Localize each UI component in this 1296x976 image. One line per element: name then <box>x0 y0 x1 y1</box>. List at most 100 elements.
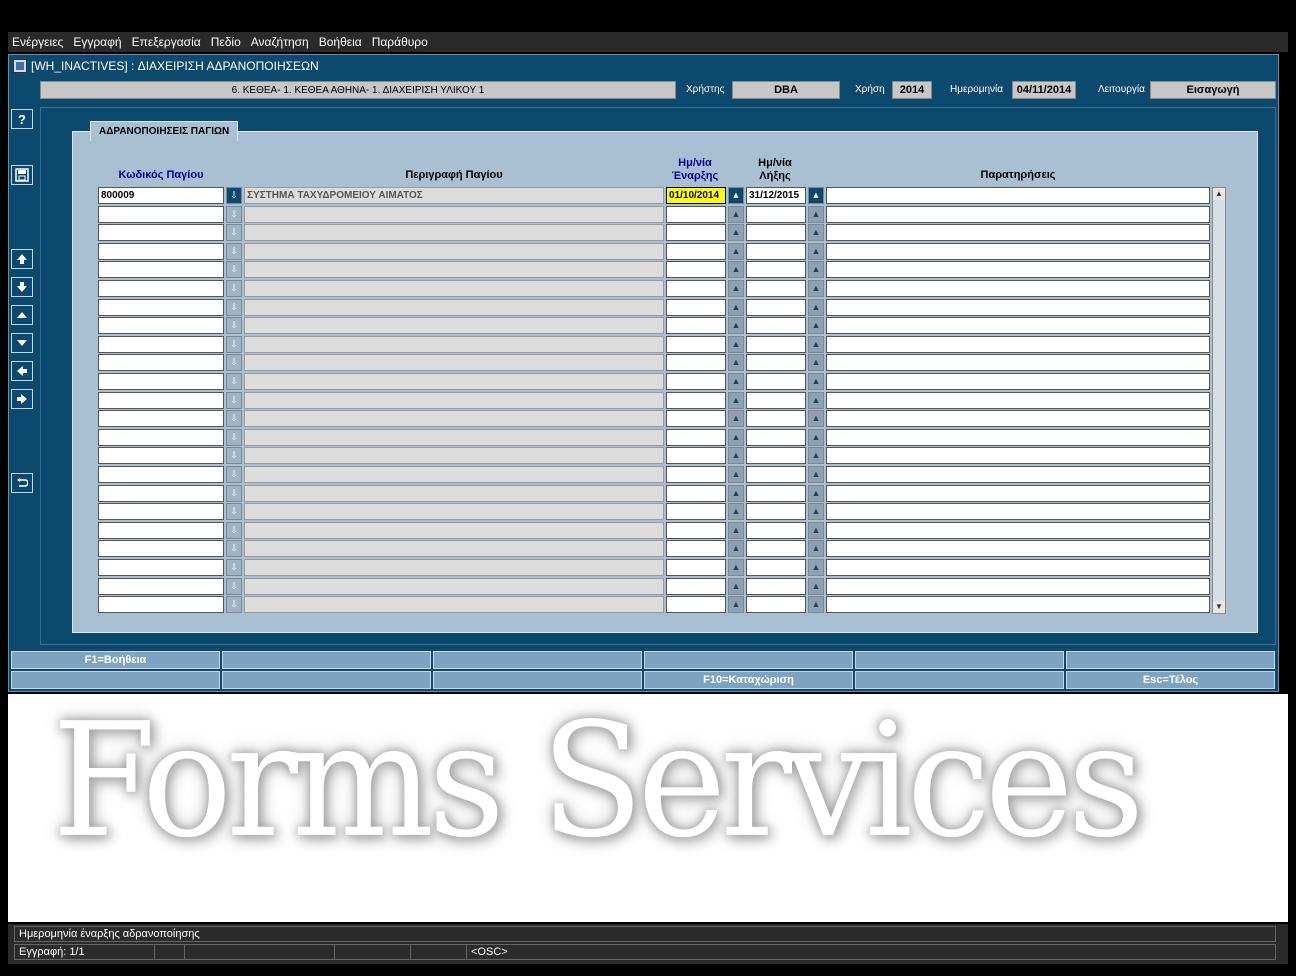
start-date-field[interactable] <box>666 373 726 390</box>
end-date-field[interactable] <box>746 280 806 297</box>
asset-code-field[interactable] <box>98 596 224 614</box>
menu-item[interactable]: Ενέργειες <box>12 35 63 49</box>
calendar-icon[interactable]: ▲ <box>728 466 744 483</box>
list-of-values-icon[interactable]: ⇩ <box>226 503 242 521</box>
list-of-values-icon[interactable]: ⇩ <box>226 187 242 204</box>
notes-field[interactable] <box>826 354 1210 372</box>
calendar-icon[interactable]: ▲ <box>808 410 824 428</box>
function-key-button[interactable] <box>855 671 1064 689</box>
calendar-icon[interactable]: ▲ <box>808 391 824 409</box>
calendar-icon[interactable]: ▲ <box>728 354 744 372</box>
notes-field[interactable] <box>826 577 1210 595</box>
asset-code-field[interactable] <box>98 447 224 465</box>
end-date-field[interactable] <box>746 335 806 353</box>
end-date-field[interactable] <box>746 261 806 279</box>
end-date-field[interactable] <box>746 447 806 465</box>
end-date-field[interactable] <box>746 559 806 576</box>
function-key-button[interactable] <box>222 671 431 689</box>
start-date-field[interactable]: 01/10/2014 <box>666 187 726 204</box>
function-key-button[interactable]: Esc=Τέλος <box>1066 671 1275 689</box>
function-key-button[interactable]: F10=Καταχώριση <box>644 671 853 689</box>
calendar-icon[interactable]: ▲ <box>808 540 824 558</box>
end-date-field[interactable] <box>746 484 806 502</box>
asset-code-field[interactable] <box>98 242 224 260</box>
scroll-up-icon[interactable]: ▲ <box>1213 188 1225 200</box>
notes-field[interactable] <box>826 521 1210 539</box>
notes-field[interactable] <box>826 373 1210 390</box>
calendar-icon[interactable]: ▲ <box>728 242 744 260</box>
next-block-icon[interactable] <box>11 389 33 409</box>
notes-field[interactable] <box>826 391 1210 409</box>
start-date-field[interactable] <box>666 428 726 446</box>
end-date-field[interactable] <box>746 410 806 428</box>
notes-field[interactable] <box>826 559 1210 576</box>
previous-record-icon[interactable] <box>11 305 33 325</box>
calendar-icon[interactable]: ▲ <box>808 224 824 242</box>
function-key-button[interactable] <box>433 671 642 689</box>
calendar-icon[interactable]: ▲ <box>808 242 824 260</box>
notes-field[interactable] <box>826 447 1210 465</box>
start-date-field[interactable] <box>666 521 726 539</box>
menu-item[interactable]: Βοήθεια <box>319 35 362 49</box>
end-date-field[interactable] <box>746 373 806 390</box>
end-date-field[interactable] <box>746 466 806 483</box>
list-of-values-icon[interactable]: ⇩ <box>226 391 242 409</box>
calendar-icon[interactable]: ▲ <box>808 280 824 297</box>
start-date-field[interactable] <box>666 596 726 614</box>
asset-code-field[interactable] <box>98 298 224 316</box>
end-date-field[interactable] <box>746 317 806 335</box>
end-date-field[interactable] <box>746 521 806 539</box>
first-record-icon[interactable] <box>11 249 33 269</box>
end-date-field[interactable] <box>746 242 806 260</box>
function-key-button[interactable] <box>1066 651 1275 669</box>
list-of-values-icon[interactable]: ⇩ <box>226 484 242 502</box>
start-date-field[interactable] <box>666 335 726 353</box>
end-date-field[interactable]: 31/12/2015 <box>746 187 806 204</box>
asset-code-field[interactable] <box>98 261 224 279</box>
notes-field[interactable] <box>826 205 1210 223</box>
asset-code-field[interactable] <box>98 317 224 335</box>
start-date-field[interactable] <box>666 484 726 502</box>
calendar-icon[interactable]: ▲ <box>728 335 744 353</box>
list-of-values-icon[interactable]: ⇩ <box>226 298 242 316</box>
calendar-icon[interactable]: ▲ <box>728 410 744 428</box>
previous-block-icon[interactable] <box>11 361 33 381</box>
asset-code-field[interactable] <box>98 540 224 558</box>
panel-tab[interactable]: ΑΔΡΑΝΟΠΟΙΗΣΕΙΣ ΠΑΓΙΩΝ <box>90 121 239 141</box>
asset-code-field[interactable] <box>98 484 224 502</box>
asset-code-field[interactable] <box>98 391 224 409</box>
notes-field[interactable] <box>826 428 1210 446</box>
start-date-field[interactable] <box>666 466 726 483</box>
calendar-icon[interactable]: ▲ <box>728 596 744 614</box>
asset-code-field[interactable] <box>98 577 224 595</box>
calendar-icon[interactable]: ▲ <box>728 521 744 539</box>
end-date-field[interactable] <box>746 354 806 372</box>
calendar-icon[interactable]: ▲ <box>728 373 744 390</box>
calendar-icon[interactable]: ▲ <box>808 354 824 372</box>
calendar-icon[interactable]: ▲ <box>728 559 744 576</box>
calendar-icon[interactable]: ▲ <box>808 205 824 223</box>
start-date-field[interactable] <box>666 577 726 595</box>
list-of-values-icon[interactable]: ⇩ <box>226 373 242 390</box>
asset-code-field[interactable] <box>98 428 224 446</box>
start-date-field[interactable] <box>666 503 726 521</box>
list-of-values-icon[interactable]: ⇩ <box>226 577 242 595</box>
notes-field[interactable] <box>826 298 1210 316</box>
list-of-values-icon[interactable]: ⇩ <box>226 205 242 223</box>
start-date-field[interactable] <box>666 280 726 297</box>
calendar-icon[interactable]: ▲ <box>808 521 824 539</box>
end-date-field[interactable] <box>746 577 806 595</box>
asset-code-field[interactable] <box>98 410 224 428</box>
list-of-values-icon[interactable]: ⇩ <box>226 242 242 260</box>
notes-field[interactable] <box>826 317 1210 335</box>
list-of-values-icon[interactable]: ⇩ <box>226 540 242 558</box>
notes-field[interactable] <box>826 224 1210 242</box>
list-of-values-icon[interactable]: ⇩ <box>226 335 242 353</box>
list-of-values-icon[interactable]: ⇩ <box>226 596 242 614</box>
calendar-icon[interactable]: ▲ <box>728 224 744 242</box>
calendar-icon[interactable]: ▲ <box>728 261 744 279</box>
function-key-button[interactable] <box>855 651 1064 669</box>
list-of-values-icon[interactable]: ⇩ <box>226 428 242 446</box>
start-date-field[interactable] <box>666 242 726 260</box>
notes-field[interactable] <box>826 242 1210 260</box>
